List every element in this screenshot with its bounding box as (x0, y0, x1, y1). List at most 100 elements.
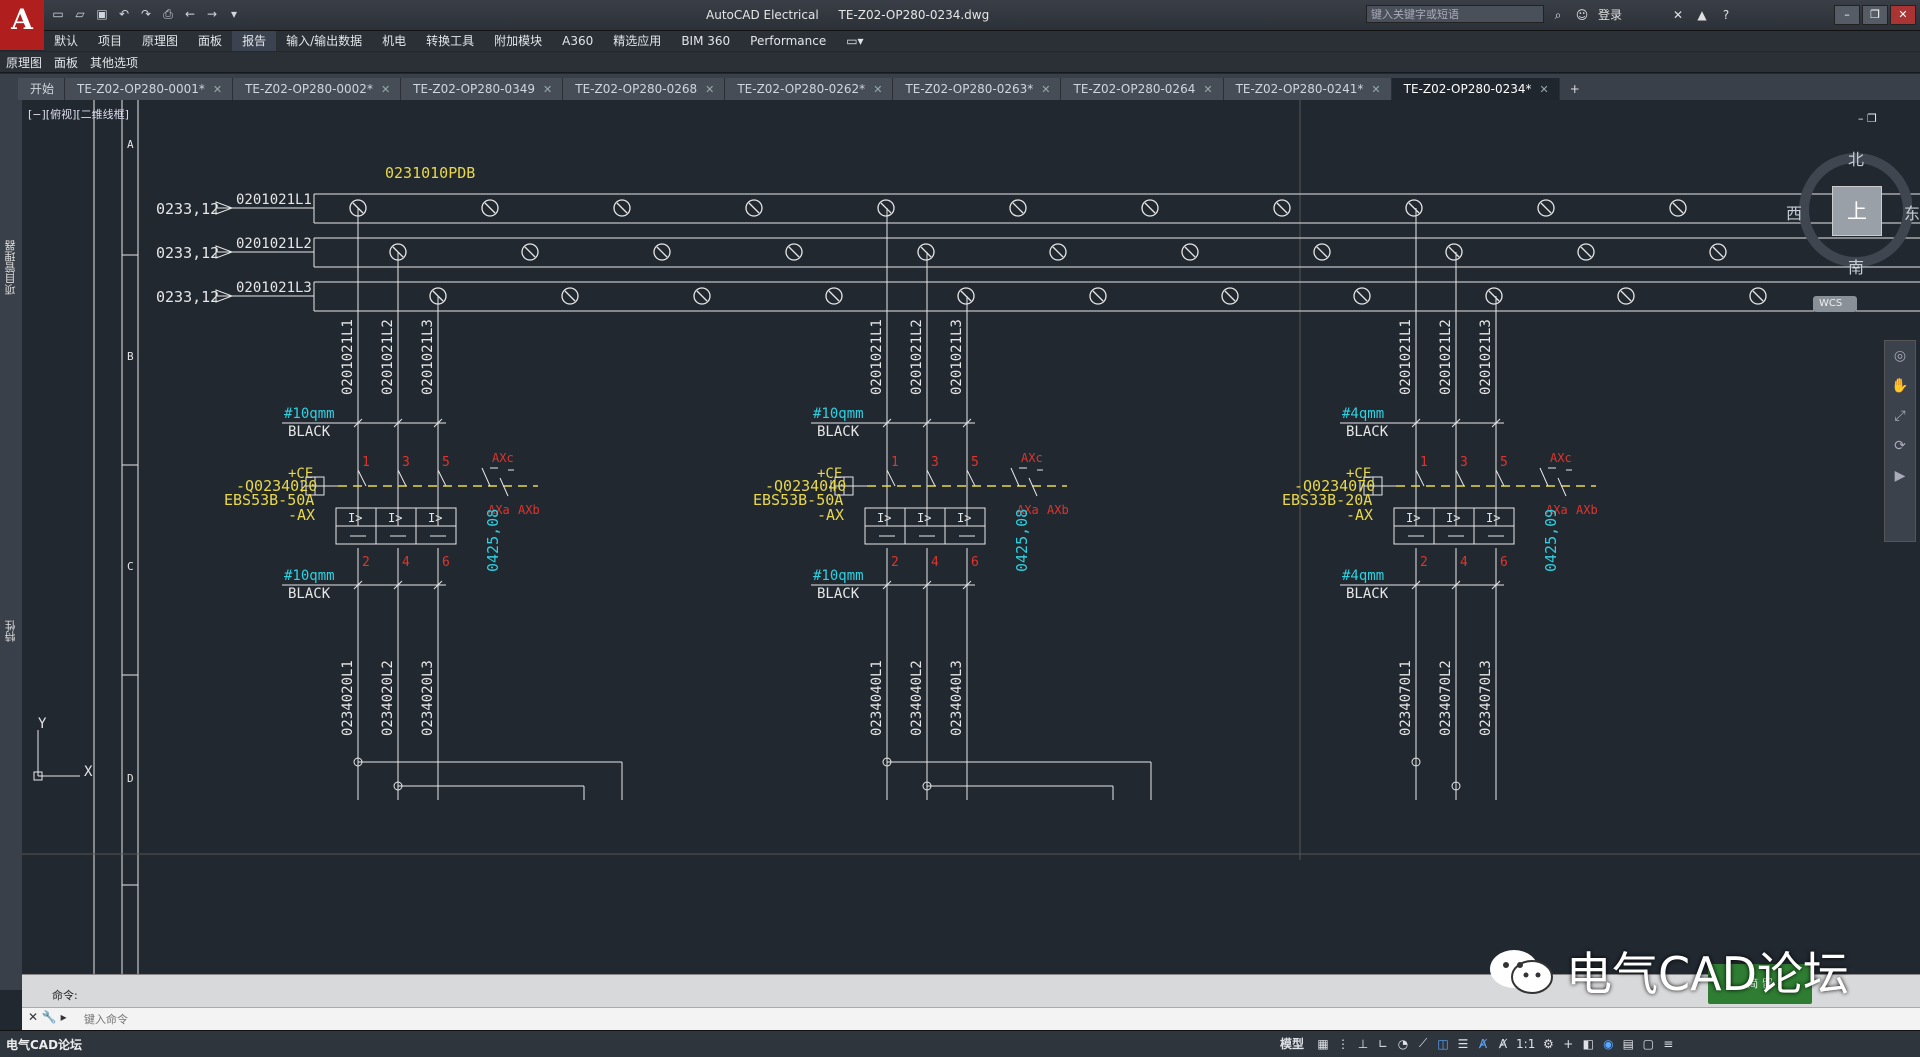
showmotion-icon[interactable]: ▶ (1885, 461, 1915, 491)
document-tab[interactable]: TE-Z02-OP280-0002* ✕ (233, 78, 402, 100)
viewcube-top-face[interactable]: 上 (1832, 186, 1882, 236)
plus-icon[interactable]: + (1561, 1037, 1575, 1051)
drawing-canvas[interactable]: A B C D 0231010PDB 0233,12 0201021L1 0233,12 020… (22, 100, 1920, 974)
aux-contact-label: AXb (1576, 503, 1598, 517)
close-tab-icon[interactable]: ✕ (1203, 83, 1212, 96)
ribbon-display-toggle-icon[interactable]: ▭▾ (836, 31, 873, 51)
ribbon-tab[interactable]: 原理图 (132, 31, 188, 51)
auto-scale-icon[interactable]: Ⱥ (1496, 1037, 1510, 1051)
close-tab-icon[interactable]: ✕ (1041, 83, 1050, 96)
wire-spec-top: #10qmm (813, 406, 864, 422)
row-reference-label: B (127, 350, 134, 363)
redo-icon[interactable]: ↷ (138, 6, 154, 22)
application-menu-button[interactable]: A (0, 0, 44, 50)
document-tab[interactable]: TE-Z02-OP280-0264 ✕ (1061, 78, 1224, 100)
compass-south[interactable]: 南 (1848, 254, 1864, 278)
ribbon-tab[interactable]: 面板 (188, 31, 232, 51)
document-tab[interactable]: TE-Z02-OP280-0349 ✕ (401, 78, 564, 100)
object-snap-icon[interactable]: ◫ (1436, 1037, 1450, 1051)
workspace-gear-icon[interactable]: ⚙ (1541, 1037, 1555, 1051)
ribbon-tab[interactable]: 项目 (88, 31, 132, 51)
pan-icon[interactable]: ✋ (1885, 371, 1915, 401)
new-tab-button[interactable]: + (1560, 78, 1590, 100)
close-tab-icon[interactable]: ✕ (543, 83, 552, 96)
viewcube[interactable]: 上 北 南 东 西 (1786, 146, 1920, 277)
plot-icon[interactable]: ⎙ (160, 6, 176, 22)
login-button[interactable]: 登录 (1598, 6, 1622, 23)
properties-icon[interactable]: ▤ (1621, 1037, 1635, 1051)
close-tab-icon[interactable]: ✕ (1540, 83, 1549, 96)
document-tab[interactable]: TE-Z02-OP280-0263* ✕ (893, 78, 1062, 100)
ribbon-tab[interactable]: 输入/输出数据 (276, 31, 372, 51)
viewport-window-controls[interactable]: – ❐ (1858, 112, 1877, 125)
wcs-menu[interactable]: WCS (1813, 296, 1857, 312)
user-icon[interactable]: ☺ (1574, 7, 1590, 23)
compass-west[interactable]: 西 (1786, 200, 1802, 224)
compass-east[interactable]: 东 (1904, 200, 1920, 224)
customize-menu-icon[interactable]: ≡ (1661, 1037, 1675, 1051)
drawing-line (966, 469, 976, 487)
ribbon-tab[interactable]: 报告 (232, 31, 277, 51)
ribbon-tab[interactable]: A360 (552, 31, 603, 51)
command-close-icon[interactable]: ✕ 🔧 ▸ (28, 1010, 67, 1024)
forward-icon[interactable]: → (204, 6, 220, 22)
ribbon-panel-label[interactable]: 原理图 (0, 54, 48, 71)
model-space-button[interactable]: 模型 (1280, 1035, 1304, 1052)
document-tab[interactable]: TE-Z02-OP280-0268 ✕ (563, 78, 726, 100)
ribbon-tab[interactable]: 转换工具 (416, 31, 484, 51)
annotation-visibility-icon[interactable]: Ⱥ (1476, 1037, 1490, 1051)
ribbon-tab[interactable]: 精选应用 (603, 31, 671, 51)
command-input[interactable] (82, 1010, 1286, 1028)
ribbon-tab[interactable]: 默认 (44, 31, 88, 51)
ribbon-tab[interactable]: 机电 (372, 31, 416, 51)
drawing-line (788, 246, 800, 258)
properties-tab[interactable]: 特性 (3, 620, 19, 642)
close-tab-icon[interactable]: ✕ (381, 83, 390, 96)
grid-icon[interactable]: ▦ (1316, 1037, 1330, 1051)
hardware-accel-icon[interactable]: ◉ (1601, 1037, 1615, 1051)
annotation-scale[interactable]: 1:1 (1516, 1037, 1535, 1051)
document-tab[interactable]: TE-Z02-OP280-0234* ✕ (1391, 78, 1560, 100)
close-tab-icon[interactable]: ✕ (1371, 83, 1380, 96)
ribbon-tab[interactable]: Performance (740, 31, 836, 51)
document-tab[interactable]: TE-Z02-OP280-0241* ✕ (1223, 78, 1392, 100)
close-tab-icon[interactable]: ✕ (213, 83, 222, 96)
customize-dropdown-icon[interactable]: ▾ (226, 6, 242, 22)
compass-north[interactable]: 北 (1848, 146, 1864, 170)
restore-button[interactable]: ❐ (1862, 5, 1888, 25)
new-icon[interactable]: ▭ (50, 6, 66, 22)
close-tab-icon[interactable]: ✕ (873, 83, 882, 96)
close-button[interactable]: ✕ (1890, 5, 1916, 25)
undo-icon[interactable]: ↶ (116, 6, 132, 22)
minimize-button[interactable]: – (1834, 5, 1860, 25)
project-manager-tab[interactable]: 项目管理器 (3, 240, 19, 295)
back-icon[interactable]: ← (182, 6, 198, 22)
orbit-icon[interactable]: ⟳ (1885, 431, 1915, 461)
ribbon-panel-label[interactable]: 其他选项 (84, 54, 144, 71)
snap-icon[interactable]: ⋮ (1336, 1037, 1350, 1051)
a360-icon[interactable]: ▲ (1694, 7, 1710, 23)
document-tab[interactable]: TE-Z02-OP280-0001* ✕ (65, 78, 234, 100)
close-tab-icon[interactable]: ✕ (705, 83, 714, 96)
search-input[interactable]: 键入关键字或短语 (1366, 5, 1544, 23)
document-tab[interactable]: 开始 (18, 78, 66, 100)
ribbon-panel-label[interactable]: 面板 (48, 54, 84, 71)
zoom-extents-icon[interactable]: ⤢ (1885, 401, 1915, 431)
save-icon[interactable]: ▣ (94, 6, 110, 22)
ribbon-tab[interactable]: BIM 360 (671, 31, 740, 51)
open-icon[interactable]: ▱ (72, 6, 88, 22)
document-tab[interactable]: TE-Z02-OP280-0262* ✕ (725, 78, 894, 100)
steering-wheel-icon[interactable]: ◎ (1885, 341, 1915, 371)
ortho-icon[interactable]: ∟ (1376, 1037, 1390, 1051)
help-icon[interactable]: ? (1718, 7, 1734, 23)
clean-screen-icon[interactable]: ▢ (1641, 1037, 1655, 1051)
binoculars-icon[interactable]: ⌕ (1550, 7, 1566, 23)
lineweight-icon[interactable]: ☰ (1456, 1037, 1470, 1051)
polar-icon[interactable]: ◔ (1396, 1037, 1410, 1051)
exchange-icon[interactable]: ✕ (1670, 7, 1686, 23)
infer-constraints-icon[interactable]: ⊥ (1356, 1037, 1370, 1051)
ribbon-tab[interactable]: 附加模块 (484, 31, 552, 51)
viewport-controls-label[interactable]: [−][俯视][二维线框] (28, 106, 129, 122)
isolate-icon[interactable]: ◧ (1581, 1037, 1595, 1051)
isodraft-icon[interactable]: ⟋ (1416, 1036, 1430, 1051)
